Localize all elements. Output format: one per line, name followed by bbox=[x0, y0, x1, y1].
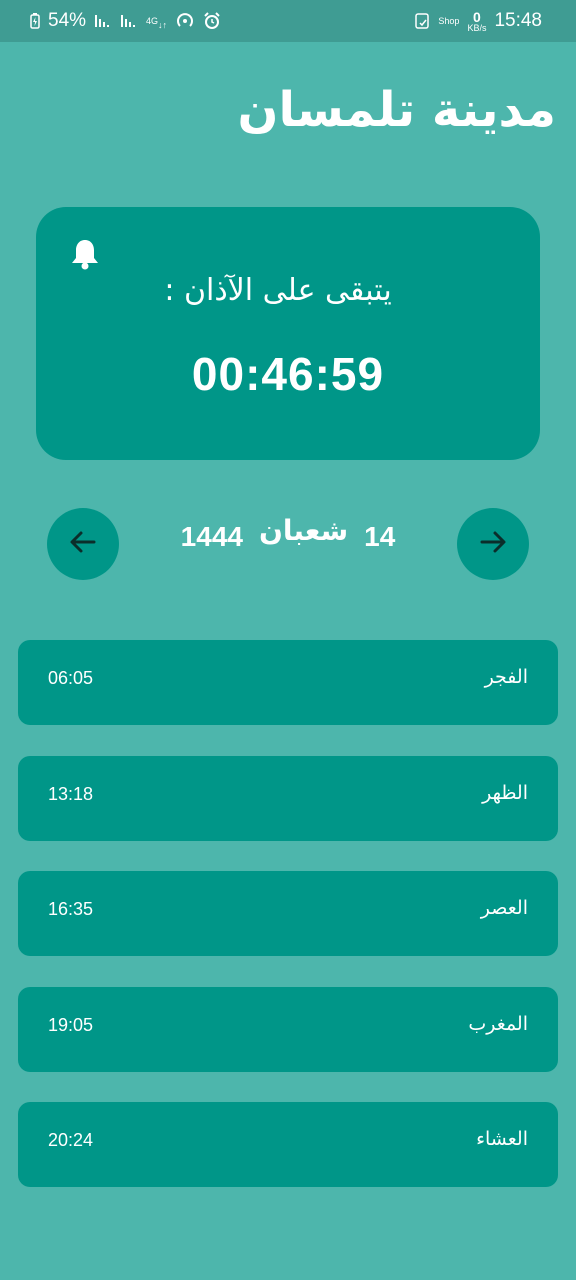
prayer-time: 13:18 bbox=[48, 784, 94, 804]
previous-day-button[interactable] bbox=[47, 508, 119, 580]
hotspot-icon bbox=[175, 11, 195, 31]
city-title: مدينة تلمسان bbox=[237, 82, 556, 138]
next-day-button[interactable] bbox=[457, 508, 529, 580]
countdown-card: يتبقى على الآذان : 00:46:59 bbox=[36, 207, 540, 460]
status-bar: 54% 4G ↓↑ Shop 0 KB/s 15:48 bbox=[0, 0, 576, 42]
signal-icon-2 bbox=[120, 13, 138, 29]
prayer-row-asr[interactable]: 16:35 العصر bbox=[18, 871, 558, 956]
prayer-name: الظهر bbox=[482, 782, 528, 804]
countdown-label: يتبقى على الآذان : bbox=[36, 273, 540, 308]
alarm-icon bbox=[203, 12, 221, 30]
prayer-time: 16:35 bbox=[48, 899, 94, 919]
hijri-year: 1444 bbox=[180, 520, 243, 552]
status-left: 54% 4G ↓↑ bbox=[30, 10, 221, 32]
countdown-time: 00:46:59 bbox=[191, 348, 385, 400]
countdown-label-text: يتبقى على الآذان : bbox=[164, 273, 392, 308]
clock: 15:48 bbox=[494, 10, 542, 31]
prayer-time: 19:05 bbox=[48, 1015, 94, 1035]
bell-icon[interactable] bbox=[70, 237, 100, 271]
status-right: Shop 0 KB/s 15:48 bbox=[414, 10, 542, 33]
net-speed: 0 KB/s bbox=[467, 10, 486, 33]
signal-icon bbox=[94, 13, 112, 29]
hijri-month: شعبان bbox=[258, 514, 349, 547]
hijri-date: 1444 شعبان 14 bbox=[120, 514, 456, 553]
prayer-row-isha[interactable]: 20:24 العشاء bbox=[18, 1102, 558, 1187]
arrow-right-icon bbox=[478, 527, 508, 561]
arrow-left-icon bbox=[68, 527, 98, 561]
prayer-row-dhuhr[interactable]: 13:18 الظهر bbox=[18, 756, 558, 841]
net-speed-unit: KB/s bbox=[467, 22, 487, 33]
hijri-day: 14 bbox=[364, 520, 396, 552]
prayer-row-maghrib[interactable]: 19:05 المغرب bbox=[18, 987, 558, 1072]
prayer-row-fajr[interactable]: 06:05 الفجر bbox=[18, 640, 558, 725]
battery-level: 54% bbox=[48, 10, 87, 31]
battery-icon bbox=[30, 13, 40, 29]
prayer-time: 20:24 bbox=[48, 1130, 94, 1150]
sim-icon bbox=[414, 13, 430, 29]
prayer-time: 06:05 bbox=[48, 668, 94, 688]
prayer-name: المغرب bbox=[468, 1013, 528, 1035]
prayer-name: العشاء bbox=[476, 1128, 528, 1150]
prayer-name: الفجر bbox=[484, 666, 528, 688]
network-type: 4G ↓↑ bbox=[146, 15, 168, 30]
shop-label: Shop bbox=[438, 15, 460, 26]
prayer-name: العصر bbox=[480, 897, 528, 919]
